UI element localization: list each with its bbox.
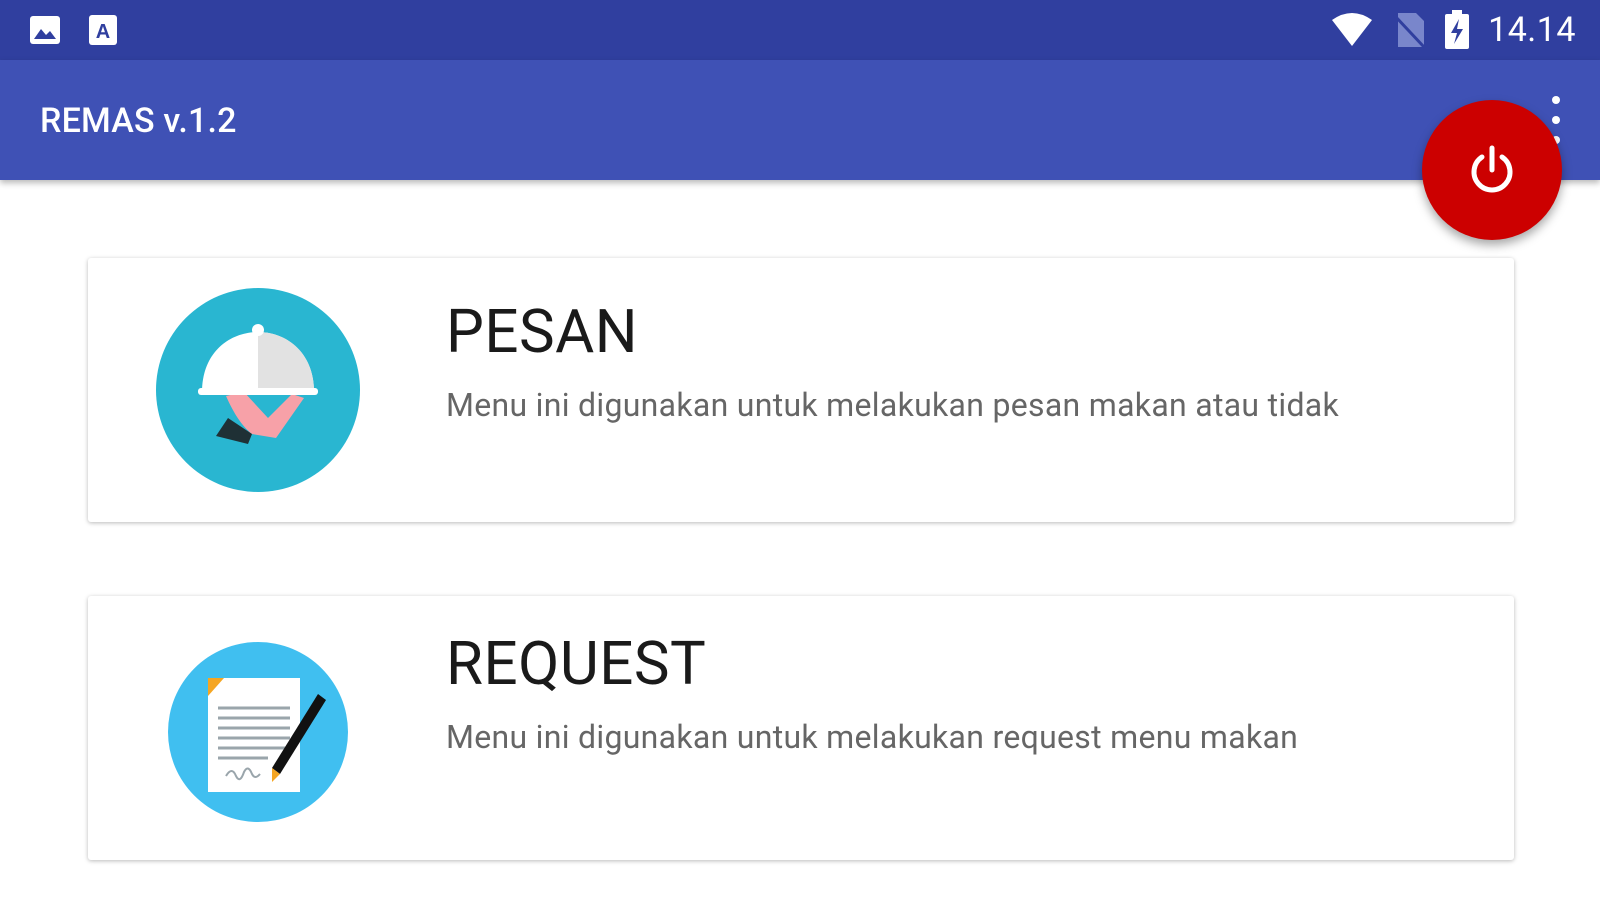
- app-bar: REMAS v.1.2: [0, 60, 1600, 180]
- image-icon: [30, 16, 60, 44]
- font-a-icon: A: [89, 15, 117, 45]
- battery-charging-icon: [1445, 10, 1470, 49]
- app-title: REMAS v.1.2: [40, 101, 237, 141]
- card-title: REQUEST: [446, 628, 707, 699]
- power-button[interactable]: [1422, 100, 1562, 240]
- card-description: Menu ini digunakan untuk melakukan reque…: [446, 718, 1299, 756]
- no-sim-icon: [1392, 13, 1426, 49]
- request-card[interactable]: REQUEST Menu ini digunakan untuk melakuk…: [88, 596, 1514, 860]
- food-cloche-icon: [156, 288, 360, 492]
- svg-text:A: A: [96, 21, 110, 43]
- pesan-card[interactable]: PESAN Menu ini digunakan untuk melakukan…: [88, 258, 1514, 522]
- power-icon: [1471, 145, 1513, 193]
- overflow-dot: [1552, 116, 1560, 124]
- card-title: PESAN: [446, 296, 639, 367]
- wifi-icon: [1332, 13, 1373, 46]
- overflow-dot: [1552, 96, 1560, 104]
- document-pen-icon: [168, 642, 348, 822]
- status-time: 14.14: [1488, 10, 1576, 50]
- status-bar: A 14.14: [0, 0, 1600, 60]
- card-description: Menu ini digunakan untuk melakukan pesan…: [446, 386, 1340, 424]
